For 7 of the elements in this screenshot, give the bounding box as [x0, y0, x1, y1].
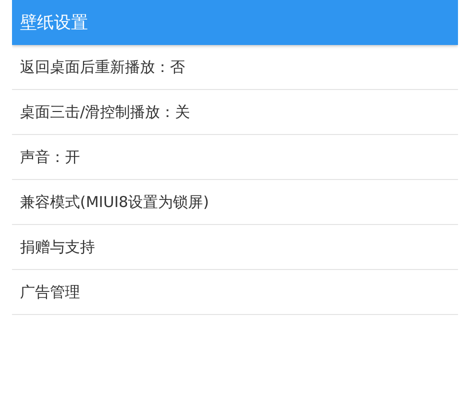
settings-item[interactable]: 桌面三击/滑控制播放：关	[12, 90, 458, 135]
settings-item[interactable]: 捐赠与支持	[12, 225, 458, 270]
settings-item[interactable]: 声音：开	[12, 135, 458, 180]
settings-item[interactable]: 广告管理	[12, 270, 458, 315]
settings-item[interactable]: 兼容模式(MIUI8设置为锁屏)	[12, 180, 458, 225]
toolbar-title: 壁纸设置	[20, 12, 88, 34]
settings-item[interactable]: 返回桌面后重新播放：否	[12, 45, 458, 90]
